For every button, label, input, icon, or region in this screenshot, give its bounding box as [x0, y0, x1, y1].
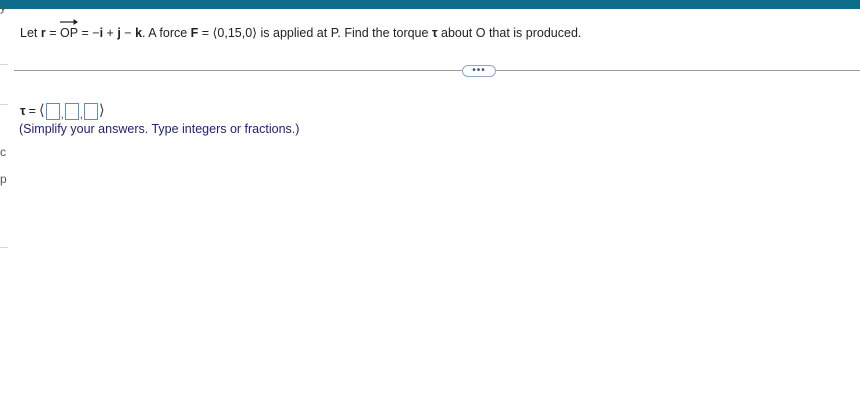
equals-sign: = — [45, 26, 60, 40]
right-angle-bracket: ⟩ — [98, 102, 105, 119]
answer-input-y[interactable] — [64, 102, 79, 120]
equals-sign: = − — [78, 26, 100, 40]
answer-hint: (Simplify your answers. Type integers or… — [19, 122, 300, 136]
section-divider — [14, 70, 860, 71]
left-panel-char-1: y — [0, 0, 6, 14]
force-value: = ⟨0,15,0⟩ is applied at P. Find the tor… — [198, 26, 432, 40]
left-panel-divider — [0, 247, 8, 248]
left-panel-divider — [0, 104, 8, 105]
vector-op-label: OP — [59, 26, 79, 40]
top-bar — [0, 0, 860, 9]
vector-op: OP — [59, 19, 79, 40]
question-suffix: about O that is produced. — [437, 26, 582, 40]
vector-arrow-icon — [59, 19, 79, 25]
answer-row: τ = ⟨ , , ⟩ — [20, 101, 105, 121]
answer-separator: , — [60, 109, 64, 121]
answer-input-z[interactable] — [83, 102, 98, 120]
left-angle-bracket: ⟨ — [38, 102, 45, 119]
left-panel-char-2: c — [0, 145, 6, 159]
answer-tau-label: τ — [20, 104, 26, 118]
question-prefix: Let — [20, 26, 41, 40]
unit-vector-k: k — [135, 26, 143, 40]
left-panel-edge: y c p — [0, 0, 8, 413]
answer-input-x[interactable] — [45, 102, 60, 120]
question-text: Let r = OP = −i + j − k. A force F = ⟨0,… — [20, 19, 582, 40]
left-panel-char-3: p — [0, 172, 7, 186]
question-middle: . A force — [142, 26, 191, 40]
answer-separator: , — [79, 109, 83, 121]
more-options-button[interactable]: ••• — [462, 65, 496, 77]
left-panel-divider — [0, 64, 8, 65]
minus-sign: − — [120, 26, 136, 40]
answer-equals: = — [28, 104, 36, 118]
plus-sign: + — [103, 26, 118, 40]
